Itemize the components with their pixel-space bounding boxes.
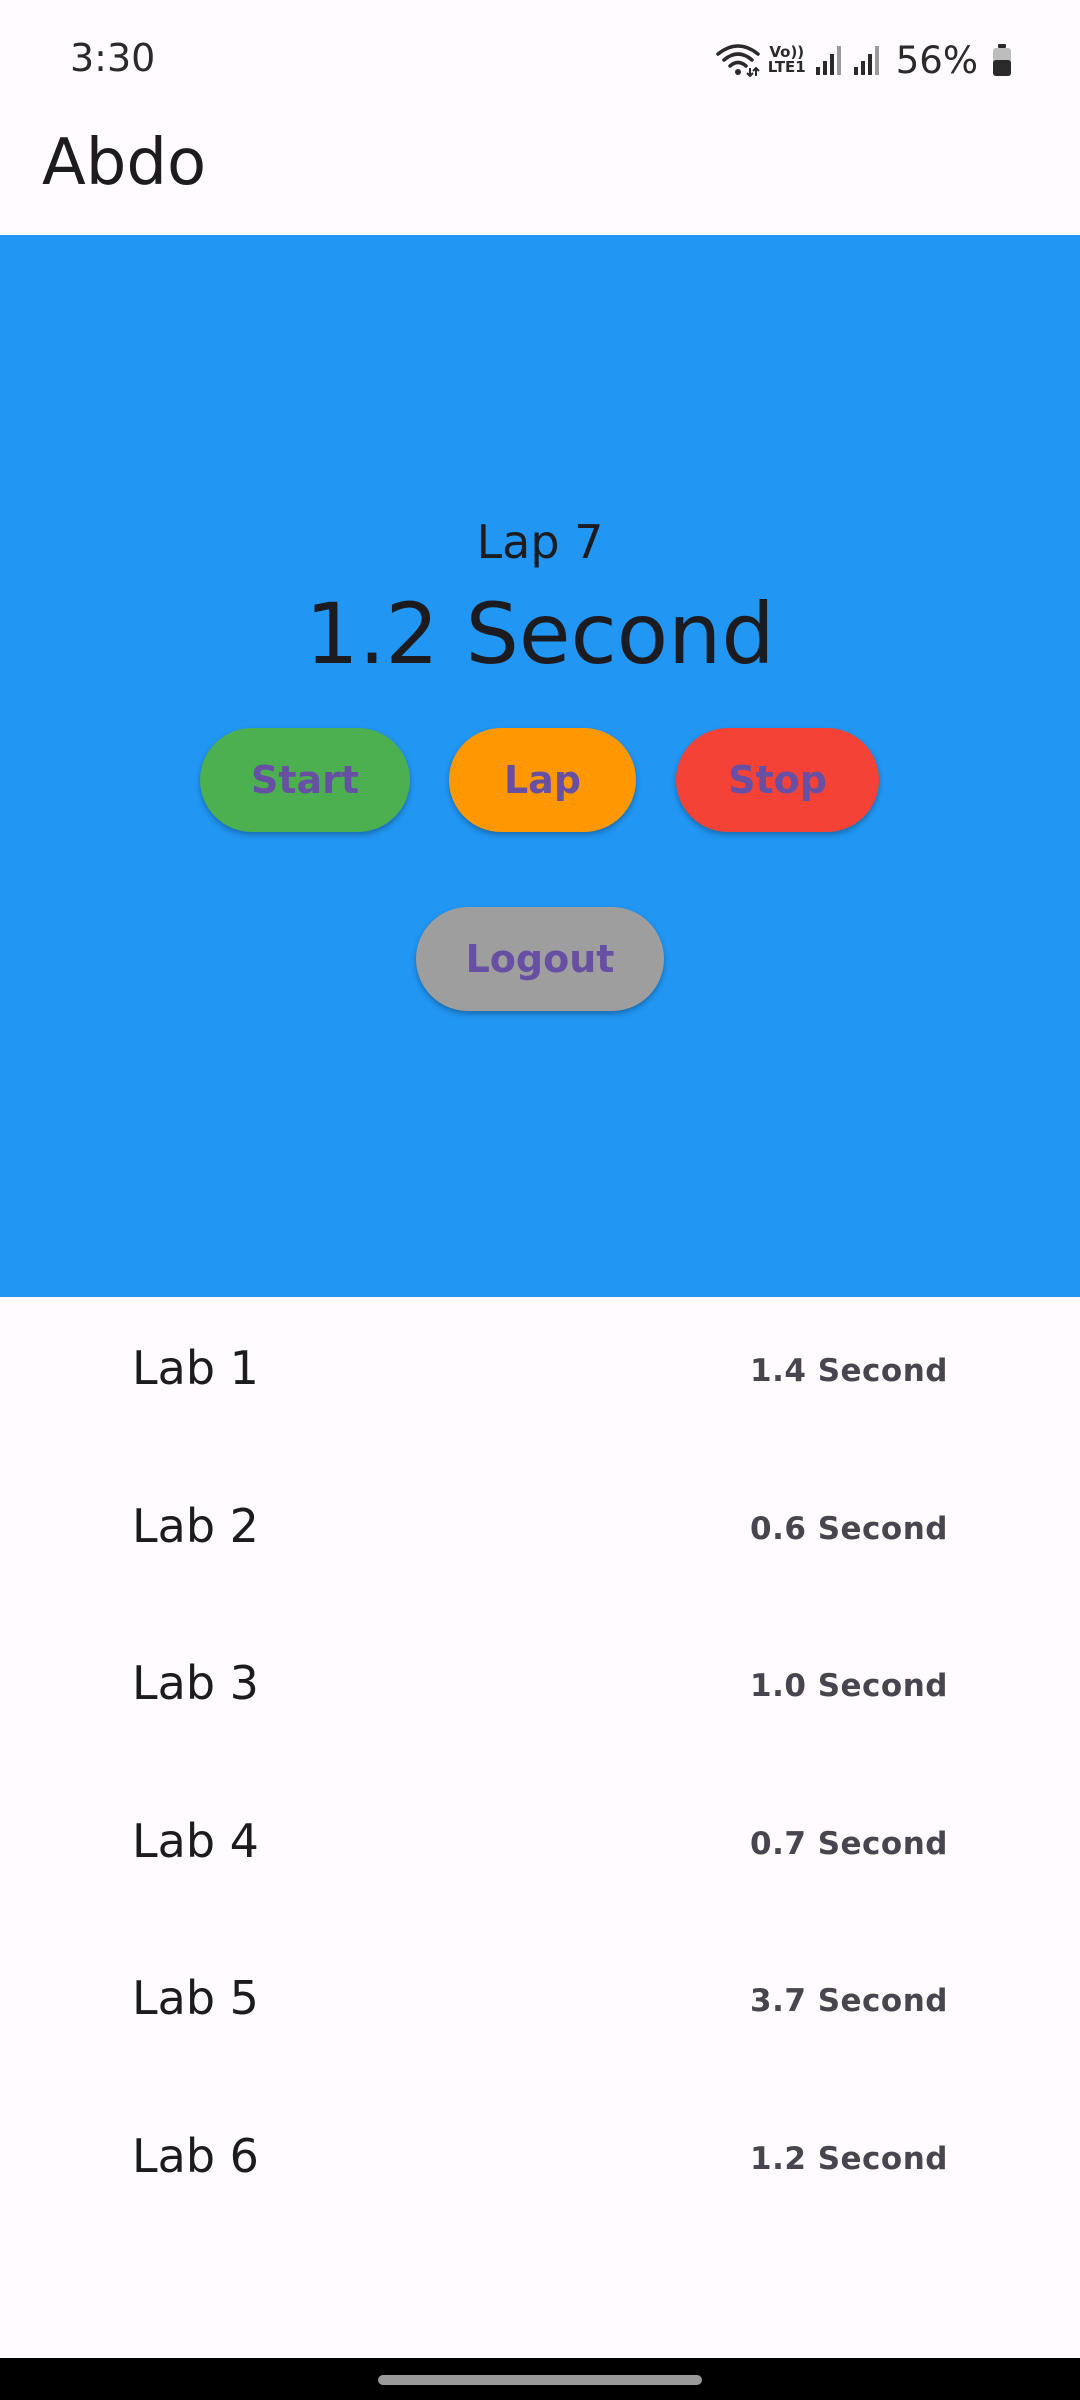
status-bar: 3:30 Vo)) LTE1 56%: [0, 0, 1080, 120]
stop-button[interactable]: Stop: [676, 728, 879, 832]
lap-time: 3.7 Second: [750, 1983, 948, 2019]
list-item[interactable]: Lab 2 0.6 Second: [0, 1455, 1080, 1613]
list-item[interactable]: Lab 1 1.4 Second: [0, 1297, 1080, 1455]
home-gesture-handle[interactable]: [378, 2375, 702, 2385]
signal-icon: [852, 43, 882, 77]
lap-name: Lab 1: [132, 1341, 259, 1395]
lap-name: Lab 6: [132, 2128, 259, 2183]
lap-button[interactable]: Lap: [449, 728, 636, 832]
list-item[interactable]: Lab 5 3.7 Second: [0, 1927, 1080, 2085]
lap-list: Lab 1 1.4 Second Lab 2 0.6 Second Lab 3 …: [0, 1297, 1080, 2242]
current-lap-time: 1.2 Second: [305, 585, 775, 683]
lap-name: Lab 3: [132, 1656, 259, 1710]
start-button[interactable]: Start: [200, 728, 410, 832]
lap-time: 0.7 Second: [750, 1825, 948, 1862]
volte-line2: LTE1: [767, 58, 806, 76]
logout-button[interactable]: Logout: [416, 907, 664, 1011]
system-nav-bar: [0, 2358, 1080, 2400]
list-item[interactable]: Lab 4 0.7 Second: [0, 1770, 1080, 1928]
volte-icon: Vo)) LTE1: [768, 45, 806, 75]
lap-name: Lab 5: [132, 1971, 259, 2025]
lap-time: 0.6 Second: [750, 1510, 948, 1547]
stopwatch-panel: Lap 7 1.2 Second Start Lap Stop Logout: [0, 235, 1080, 1297]
list-item[interactable]: Lab 3 1.0 Second: [0, 1612, 1080, 1770]
app-bar: Abdo: [0, 120, 1080, 235]
battery-icon: [992, 43, 1012, 77]
status-icons: Vo)) LTE1 56%: [716, 34, 1012, 86]
battery-percent: 56%: [895, 38, 978, 82]
lap-time: 1.2 Second: [750, 2140, 948, 2177]
list-item[interactable]: Lab 6 1.2 Second: [0, 2085, 1080, 2243]
status-time: 3:30: [70, 36, 156, 80]
current-lap-label: Lap 7: [476, 515, 604, 569]
wifi-icon: [716, 42, 760, 78]
app-title: Abdo: [42, 126, 207, 200]
lap-name: Lab 4: [132, 1813, 259, 1868]
lap-time: 1.4 Second: [750, 1353, 948, 1389]
lap-time: 1.0 Second: [750, 1668, 948, 1704]
lap-name: Lab 2: [132, 1498, 259, 1553]
signal-icon: [814, 43, 844, 77]
